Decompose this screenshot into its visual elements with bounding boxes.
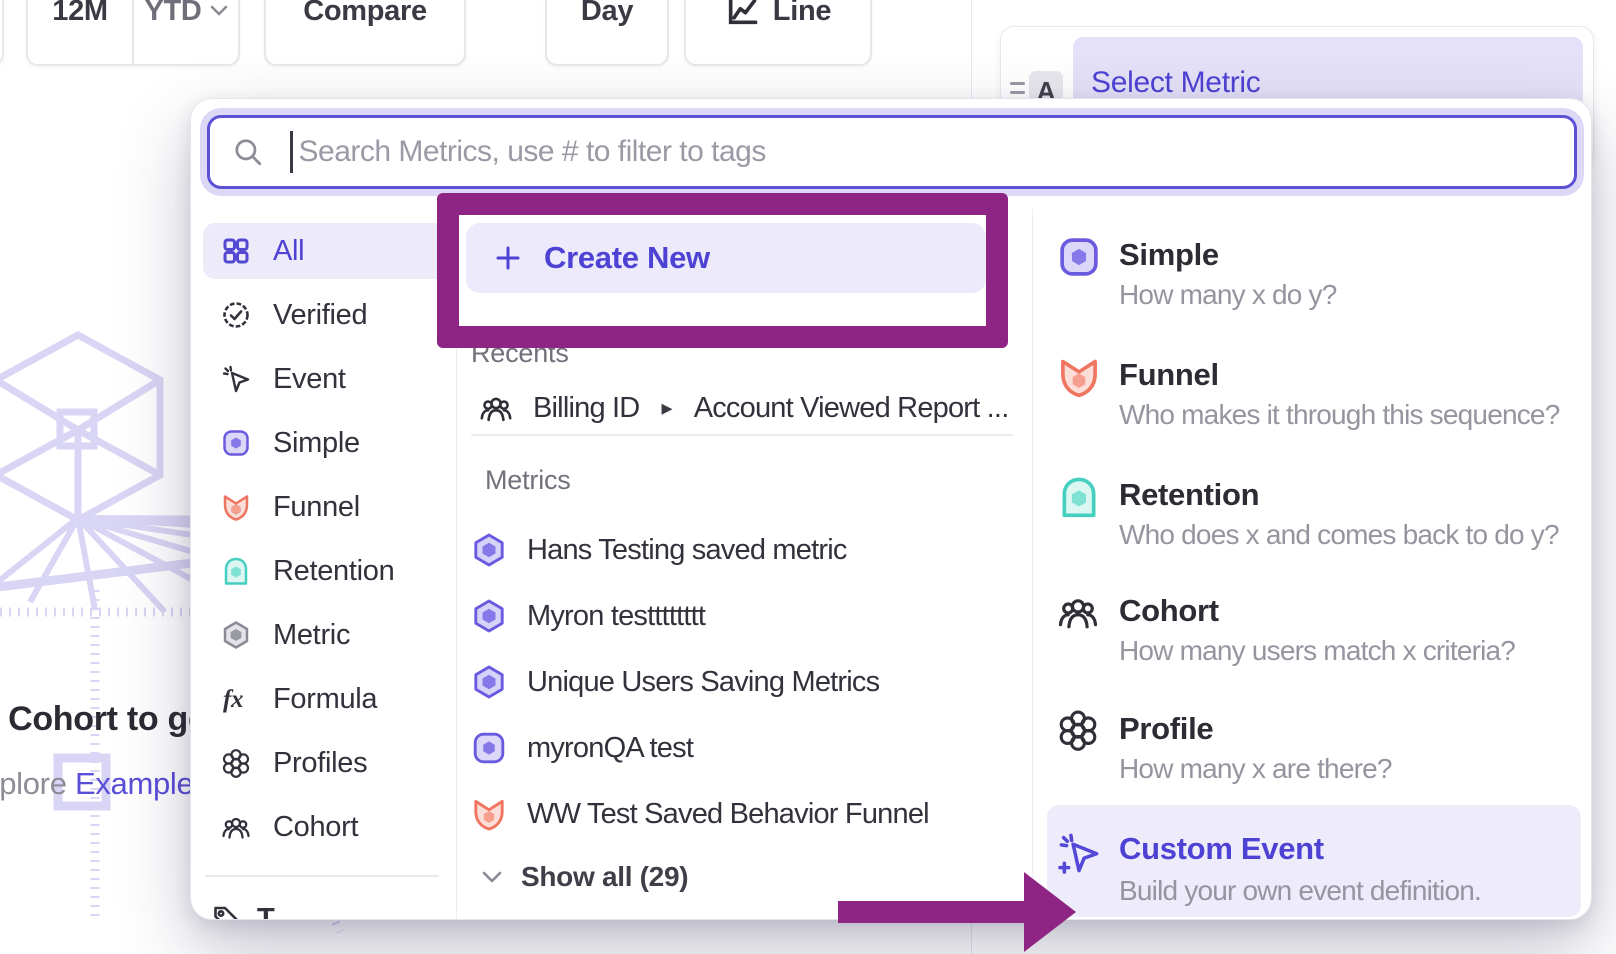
formula-icon: fx (221, 684, 251, 714)
chart-type-line-button[interactable]: Line (684, 0, 872, 66)
range-ytd-button[interactable]: YTD (132, 0, 238, 64)
text-caret (290, 131, 293, 173)
line-chart-icon (725, 0, 759, 28)
explore-text-fragment: xplore (0, 766, 75, 801)
background-heading-fragment: r Cohort to ge (0, 700, 207, 739)
sidebar-divider (456, 209, 457, 920)
compare-button[interactable]: Compare (264, 0, 466, 66)
custom-event-icon (1057, 831, 1101, 875)
metric-list-item[interactable]: myronQA test (471, 728, 693, 768)
sidebar-section-divider (205, 875, 439, 877)
sidebar-item-verified[interactable]: Verified (203, 287, 451, 343)
metric-icon (221, 620, 251, 650)
hexagon-metric-icon (471, 664, 507, 700)
type-option-cohort[interactable]: Cohort How many users match x criteria? (1047, 591, 1581, 687)
profiles-icon (221, 748, 251, 778)
sidebar-item-metric[interactable]: Metric (203, 607, 451, 663)
recents-section-label: Recents (471, 338, 569, 369)
chevron-down-icon (481, 870, 503, 884)
show-all-button[interactable]: Show all (29) (481, 861, 688, 893)
type-option-profile[interactable]: Profile How many x are there? (1047, 709, 1581, 805)
funnel-icon (471, 796, 507, 832)
type-option-custom-event[interactable]: Custom Event Build your own event defini… (1047, 805, 1581, 917)
metric-list-item[interactable]: WW Test Saved Behavior Funnel (471, 794, 929, 834)
hexagon-metric-icon (471, 532, 507, 568)
search-placeholder: Search Metrics, use # to filter to tags (299, 135, 766, 169)
sidebar-item-all[interactable]: All (203, 223, 451, 279)
sidebar-item-profiles[interactable]: Profiles (203, 735, 451, 791)
hexagon-metric-icon (471, 598, 507, 634)
recents-metrics-divider (471, 434, 1013, 436)
metric-list-item[interactable]: Unique Users Saving Metrics (471, 662, 879, 702)
search-icon (232, 136, 264, 168)
create-new-button[interactable]: Create New (466, 223, 986, 293)
event-icon (221, 364, 251, 394)
chevron-down-icon (210, 5, 228, 17)
sidebar-item-formula[interactable]: fx Formula (203, 671, 451, 727)
simple-icon (221, 428, 251, 458)
date-range-button-group: 12M YTD (26, 0, 240, 66)
sidebar-item-funnel[interactable]: Funnel (203, 479, 451, 535)
metrics-section-label: Metrics (485, 465, 571, 496)
type-option-retention[interactable]: Retention Who does x and comes back to d… (1047, 475, 1581, 571)
tag-icon (211, 903, 241, 920)
people-icon (479, 391, 513, 425)
grid-icon (221, 236, 251, 266)
column-divider (1032, 209, 1033, 920)
cohort-icon (1057, 591, 1099, 633)
simple-icon (1057, 235, 1101, 279)
sidebar-item-event[interactable]: Event (203, 351, 451, 407)
granularity-day-button[interactable]: Day (545, 0, 669, 66)
retention-icon (1057, 475, 1101, 519)
sidebar-item-simple[interactable]: Simple (203, 415, 451, 471)
plus-icon (494, 244, 522, 272)
metric-search-input[interactable]: Search Metrics, use # to filter to tags (207, 115, 1577, 189)
breadcrumb-triangle-icon: ▸ (661, 395, 671, 421)
metric-picker-modal: Search Metrics, use # to filter to tags … (190, 98, 1592, 920)
cohort-icon (221, 812, 251, 842)
sidebar-item-retention[interactable]: Retention (203, 543, 451, 599)
retention-icon (221, 556, 251, 586)
recent-item-billing-id[interactable]: Billing ID ▸ Account Viewed Report ... (479, 388, 1008, 428)
profiles-icon (1057, 709, 1099, 751)
simple-icon (471, 730, 507, 766)
metric-list-item[interactable]: Myron testttttttt (471, 596, 705, 636)
range-12m-button[interactable]: 12M (28, 0, 132, 64)
funnel-icon (221, 492, 251, 522)
verified-icon (221, 300, 251, 330)
type-option-simple[interactable]: Simple How many x do y? (1047, 235, 1581, 331)
sidebar-item-clipped[interactable]: T (211, 903, 274, 920)
metric-list-item[interactable]: Hans Testing saved metric (471, 530, 847, 570)
toolbar-button-fragment[interactable] (0, 0, 4, 66)
type-option-funnel[interactable]: Funnel Who makes it through this sequenc… (1047, 355, 1581, 451)
svg-text:fx: fx (223, 686, 243, 713)
funnel-icon (1057, 355, 1101, 399)
sidebar-item-cohort[interactable]: Cohort (203, 799, 451, 855)
